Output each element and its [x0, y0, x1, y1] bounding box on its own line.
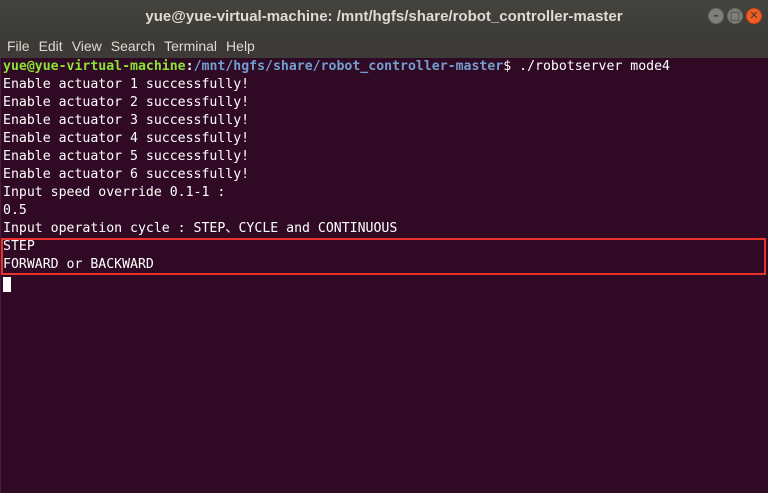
prompt-separator: : [185, 59, 194, 74]
menu-terminal[interactable]: Terminal [164, 34, 217, 58]
maximize-button[interactable]: □ [727, 8, 743, 24]
menu-search[interactable]: Search [111, 34, 155, 58]
output-line: Enable actuator 2 successfully! [3, 95, 250, 110]
menu-view[interactable]: View [72, 34, 102, 58]
menu-bar: File Edit View Search Terminal Help [0, 34, 768, 58]
prompt-command: ./robotserver mode4 [511, 59, 670, 74]
terminal-window: yue@yue-virtual-machine: /mnt/hgfs/share… [0, 0, 768, 493]
window-title: yue@yue-virtual-machine: /mnt/hgfs/share… [145, 8, 623, 25]
prompt-line: yue@yue-virtual-machine:/mnt/hgfs/share/… [3, 58, 670, 76]
output-line: Enable actuator 5 successfully! [3, 149, 250, 164]
prompt-path: /mnt/hgfs/share/robot_controller-master [193, 59, 504, 74]
output-line: Input speed override 0.1-1 : [3, 185, 226, 200]
output-line: Input operation cycle : STEP、CYCLE and C… [3, 221, 398, 236]
menu-edit[interactable]: Edit [39, 34, 63, 58]
output-line: 0.5 [3, 203, 27, 218]
close-button[interactable]: ✕ [746, 8, 762, 24]
menu-file[interactable]: File [7, 34, 30, 58]
output-line: Enable actuator 6 successfully! [3, 167, 250, 182]
prompt-user-host: yue@yue-virtual-machine [3, 59, 186, 74]
output-line: Enable actuator 3 successfully! [3, 113, 250, 128]
terminal-output[interactable]: yue@yue-virtual-machine:/mnt/hgfs/share/… [0, 58, 768, 493]
minimize-icon: – [713, 9, 719, 22]
menu-help[interactable]: Help [226, 34, 255, 58]
highlight-annotation-box [1, 238, 766, 275]
output-line: Enable actuator 4 successfully! [3, 131, 250, 146]
maximize-icon: □ [729, 9, 741, 22]
close-icon: ✕ [749, 9, 759, 22]
title-bar[interactable]: yue@yue-virtual-machine: /mnt/hgfs/share… [0, 0, 768, 34]
minimize-button[interactable]: – [708, 8, 724, 24]
prompt-symbol: $ [503, 59, 512, 74]
output-line: Enable actuator 1 successfully! [3, 77, 250, 92]
window-controls: – □ ✕ [708, 8, 762, 26]
text-cursor [3, 277, 11, 292]
